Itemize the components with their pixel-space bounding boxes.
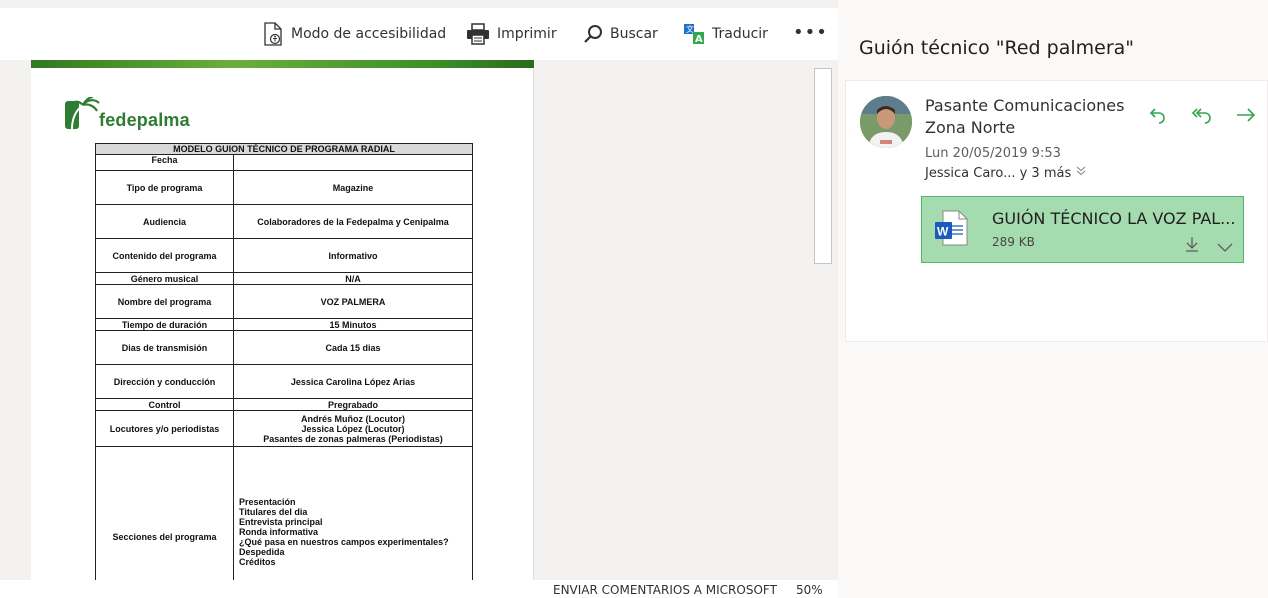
seccion-line: Presentación [239, 497, 296, 507]
row-label: Dias de transmisión [95, 330, 234, 365]
forward-button[interactable] [1234, 105, 1258, 129]
row-value: Jessica Carolina López Arias [233, 364, 473, 399]
table-title: MODELO GUION TÉCNICO DE PROGRAMA RADIAL [95, 143, 473, 155]
download-icon[interactable] [1184, 235, 1200, 257]
logo-text: fedepalma [99, 110, 190, 130]
mail-subject: Guión técnico "Red palmera" [859, 37, 1135, 59]
attachment-name: GUIÓN TÉCNICO LA VOZ PAL... [992, 209, 1236, 228]
document-viewer: Modo de accesibilidad Imprimir Buscar 文A… [0, 0, 838, 598]
row-value: 15 Minutos [233, 318, 473, 331]
locutor-line: Pasantes de zonas palmeras (Periodistas) [263, 433, 443, 444]
palm-logo-icon [65, 97, 100, 130]
translate-label: Traducir [712, 26, 768, 42]
row-label: Control [95, 398, 234, 411]
print-label: Imprimir [497, 26, 557, 42]
sender-line1: Pasante Comunicaciones [925, 96, 1125, 115]
more-options-button[interactable]: ••• [793, 24, 828, 42]
row-value: N/A [233, 272, 473, 285]
guion-table: MODELO GUION TÉCNICO DE PROGRAMA RADIAL … [95, 143, 473, 580]
reply-icon [1148, 105, 1168, 129]
row-label: Locutores y/o periodistas [95, 410, 234, 447]
row-value: VOZ PALMERA [233, 284, 473, 319]
seccion-line: Ronda informativa [239, 527, 319, 537]
row-value: Pregrabado [233, 398, 473, 411]
row-label: Tiempo de duración [95, 318, 234, 331]
recipients-label: Jessica Caro... y 3 más [925, 165, 1072, 181]
word-document-icon: W [934, 210, 968, 250]
seccion-line: Créditos [239, 557, 276, 567]
mail-reading-pane: Guión técnico "Red palmera" Pasante Comu… [838, 0, 1268, 598]
svg-text:A: A [695, 34, 703, 45]
fedepalma-logo: fedepalma [65, 97, 190, 131]
reply-all-icon [1191, 105, 1213, 129]
secciones-cell: Presentación Titulares del dia Entrevist… [233, 446, 473, 580]
locutor-line: Jessica López (Locutor) [301, 423, 405, 434]
seccion-line: Entrevista principal [239, 517, 323, 527]
reply-button[interactable] [1146, 105, 1170, 129]
locutor-line: Andrés Muñoz (Locutor) [301, 413, 405, 424]
avatar[interactable] [860, 96, 912, 148]
accessibility-mode-button[interactable]: Modo de accesibilidad [262, 18, 446, 50]
table-row: Tiempo de duración 15 Minutos [95, 318, 473, 331]
accessibility-doc-icon [262, 22, 284, 46]
row-label: Dirección y conducción [95, 364, 234, 399]
zoom-level[interactable]: 50% [796, 583, 823, 597]
attachment-card[interactable]: W GUIÓN TÉCNICO LA VOZ PAL... 289 KB [921, 196, 1244, 263]
seccion-line: Despedida [239, 547, 285, 557]
table-row: Dias de transmisión Cada 15 dias [95, 330, 473, 365]
table-row: Control Pregrabado [95, 398, 473, 411]
reply-all-button[interactable] [1190, 105, 1214, 129]
row-label: Secciones del programa [95, 446, 234, 580]
row-label: Contenido del programa [95, 238, 234, 273]
row-value: Cada 15 dias [233, 330, 473, 365]
vertical-scrollbar[interactable] [814, 68, 832, 264]
row-value [233, 154, 473, 171]
page-header-stripe [31, 60, 534, 68]
seccion-line: ¿Qué pasa en nuestros campos experimenta… [239, 537, 449, 547]
viewer-footer: ENVIAR COMENTARIOS A MICROSOFT 50% [0, 580, 838, 598]
sender-line2: Zona Norte [925, 118, 1016, 137]
table-row: Audiencia Colaboradores de la Fedepalma … [95, 204, 473, 239]
row-value: Colaboradores de la Fedepalma y Cenipalm… [233, 204, 473, 239]
forward-arrow-icon [1235, 105, 1257, 129]
translate-icon: 文A [683, 23, 705, 45]
table-row: Contenido del programa Informativo [95, 238, 473, 273]
message-date: Lun 20/05/2019 9:53 [925, 146, 1061, 161]
svg-text:文: 文 [686, 24, 694, 34]
translate-button[interactable]: 文A Traducir [683, 18, 768, 50]
expand-recipients-icon[interactable] [1075, 165, 1087, 181]
print-button[interactable]: Imprimir [466, 18, 557, 50]
row-label: Nombre del programa [95, 284, 234, 319]
send-feedback-link[interactable]: ENVIAR COMENTARIOS A MICROSOFT [553, 583, 777, 597]
attachment-size: 289 KB [992, 235, 1035, 249]
seccion-line: Titulares del dia [239, 507, 308, 517]
document-page: fedepalma MODELO GUION TÉCNICO DE PROGRA… [31, 60, 534, 580]
table-row: Tipo de programa Magazine [95, 170, 473, 205]
locutores-cell: Andrés Muñoz (Locutor) Jessica López (Lo… [233, 410, 473, 447]
recipients[interactable]: Jessica Caro... y 3 más [925, 165, 1087, 181]
table-row: Fecha [95, 154, 473, 171]
document-scroll-area[interactable]: fedepalma MODELO GUION TÉCNICO DE PROGRA… [0, 60, 838, 580]
chevron-down-icon[interactable] [1217, 239, 1233, 258]
row-label: Audiencia [95, 204, 234, 239]
table-row: Nombre del programa VOZ PALMERA [95, 284, 473, 319]
message-card: Pasante Comunicaciones Zona Norte Lun 20… [845, 80, 1268, 342]
search-icon [583, 24, 603, 44]
row-label: Fecha [95, 154, 234, 171]
table-row: Secciones del programa Presentación Titu… [95, 446, 473, 580]
search-button[interactable]: Buscar [583, 18, 658, 50]
svg-text:W: W [937, 225, 949, 239]
sender-name[interactable]: Pasante Comunicaciones Zona Norte [925, 95, 1135, 139]
printer-icon [466, 23, 490, 45]
table-row: Género musical N/A [95, 272, 473, 285]
row-value: Magazine [233, 170, 473, 205]
table-row: Locutores y/o periodistas Andrés Muñoz (… [95, 410, 473, 447]
viewer-toolbar: Modo de accesibilidad Imprimir Buscar 文A… [0, 8, 838, 60]
row-value: Informativo [233, 238, 473, 273]
accessibility-mode-label: Modo de accesibilidad [291, 26, 447, 42]
table-row: Dirección y conducción Jessica Carolina … [95, 364, 473, 399]
search-label: Buscar [610, 26, 658, 42]
row-label: Género musical [95, 272, 234, 285]
row-label: Tipo de programa [95, 170, 234, 205]
